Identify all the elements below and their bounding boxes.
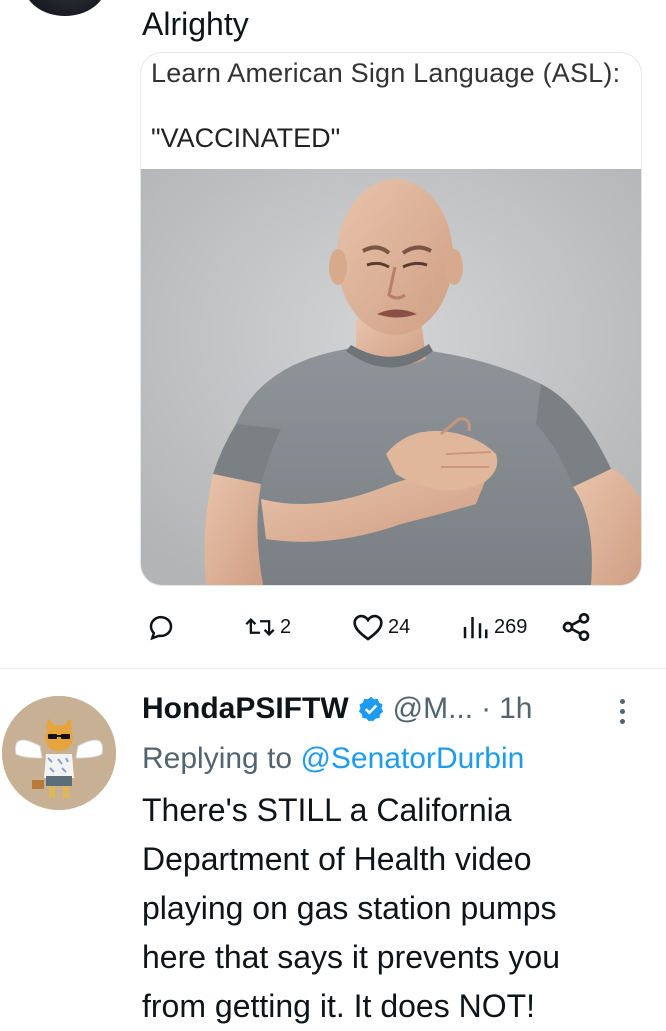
tweet-text: Alrighty	[142, 6, 249, 42]
tweet-text: There's STILL a California Department of…	[142, 786, 642, 1031]
heart-icon	[352, 612, 384, 642]
separator-dot: ·	[481, 692, 492, 725]
display-name[interactable]: HondaPSIFTW	[142, 692, 349, 726]
views-button[interactable]: 269	[460, 605, 527, 649]
tweet-text-line: playing on gas station pumps	[142, 890, 557, 926]
meme-caption-line2: "VACCINATED"	[151, 123, 341, 153]
tweet-reply-alrighty[interactable]: Alrighty Learn American Sign Language (A…	[0, 0, 666, 668]
bar-chart-icon	[460, 612, 490, 642]
mention-link[interactable]: @SenatorDurbin	[300, 742, 524, 775]
like-count: 24	[388, 615, 411, 638]
tweet-header: HondaPSIFTW @M... · 1h	[142, 689, 532, 729]
meme-caption-line1: Learn American Sign Language (ASL):	[151, 58, 621, 88]
tweet-actions: 2 24 269	[140, 605, 610, 649]
like-button[interactable]: 24	[352, 605, 410, 649]
tweet-text-line: from getting it. It does NOT!	[142, 988, 536, 1024]
tweet-text-line: here that says it prevents you	[142, 939, 560, 975]
replying-prefix: Replying to	[142, 742, 301, 775]
replying-to: Replying to @SenatorDurbin	[142, 739, 524, 779]
verified-badge-icon	[357, 695, 385, 723]
tweet-text-line: There's STILL a California	[142, 792, 512, 828]
tweet-media-card[interactable]: Learn American Sign Language (ASL): "VAC…	[140, 52, 642, 586]
avatar[interactable]	[2, 696, 116, 810]
retweet-button[interactable]: 2	[244, 605, 291, 649]
reply-button[interactable]	[146, 605, 176, 649]
retweet-icon	[244, 613, 276, 641]
more-options-icon[interactable]	[612, 693, 632, 729]
tweet-hondapsiftw[interactable]: HondaPSIFTW @M... · 1h Replying to @Sena…	[0, 669, 666, 1024]
avatar[interactable]	[24, 0, 106, 16]
timestamp[interactable]: 1h	[499, 692, 532, 726]
share-button[interactable]	[560, 605, 592, 649]
tweet-text-line: Department of Health video	[142, 841, 532, 877]
views-count: 269	[494, 615, 528, 638]
share-icon	[560, 611, 592, 643]
speech-bubble-icon	[146, 612, 176, 642]
user-handle[interactable]: @M...	[393, 692, 473, 726]
retweet-count: 2	[280, 615, 292, 638]
meme-photo[interactable]	[141, 169, 641, 585]
